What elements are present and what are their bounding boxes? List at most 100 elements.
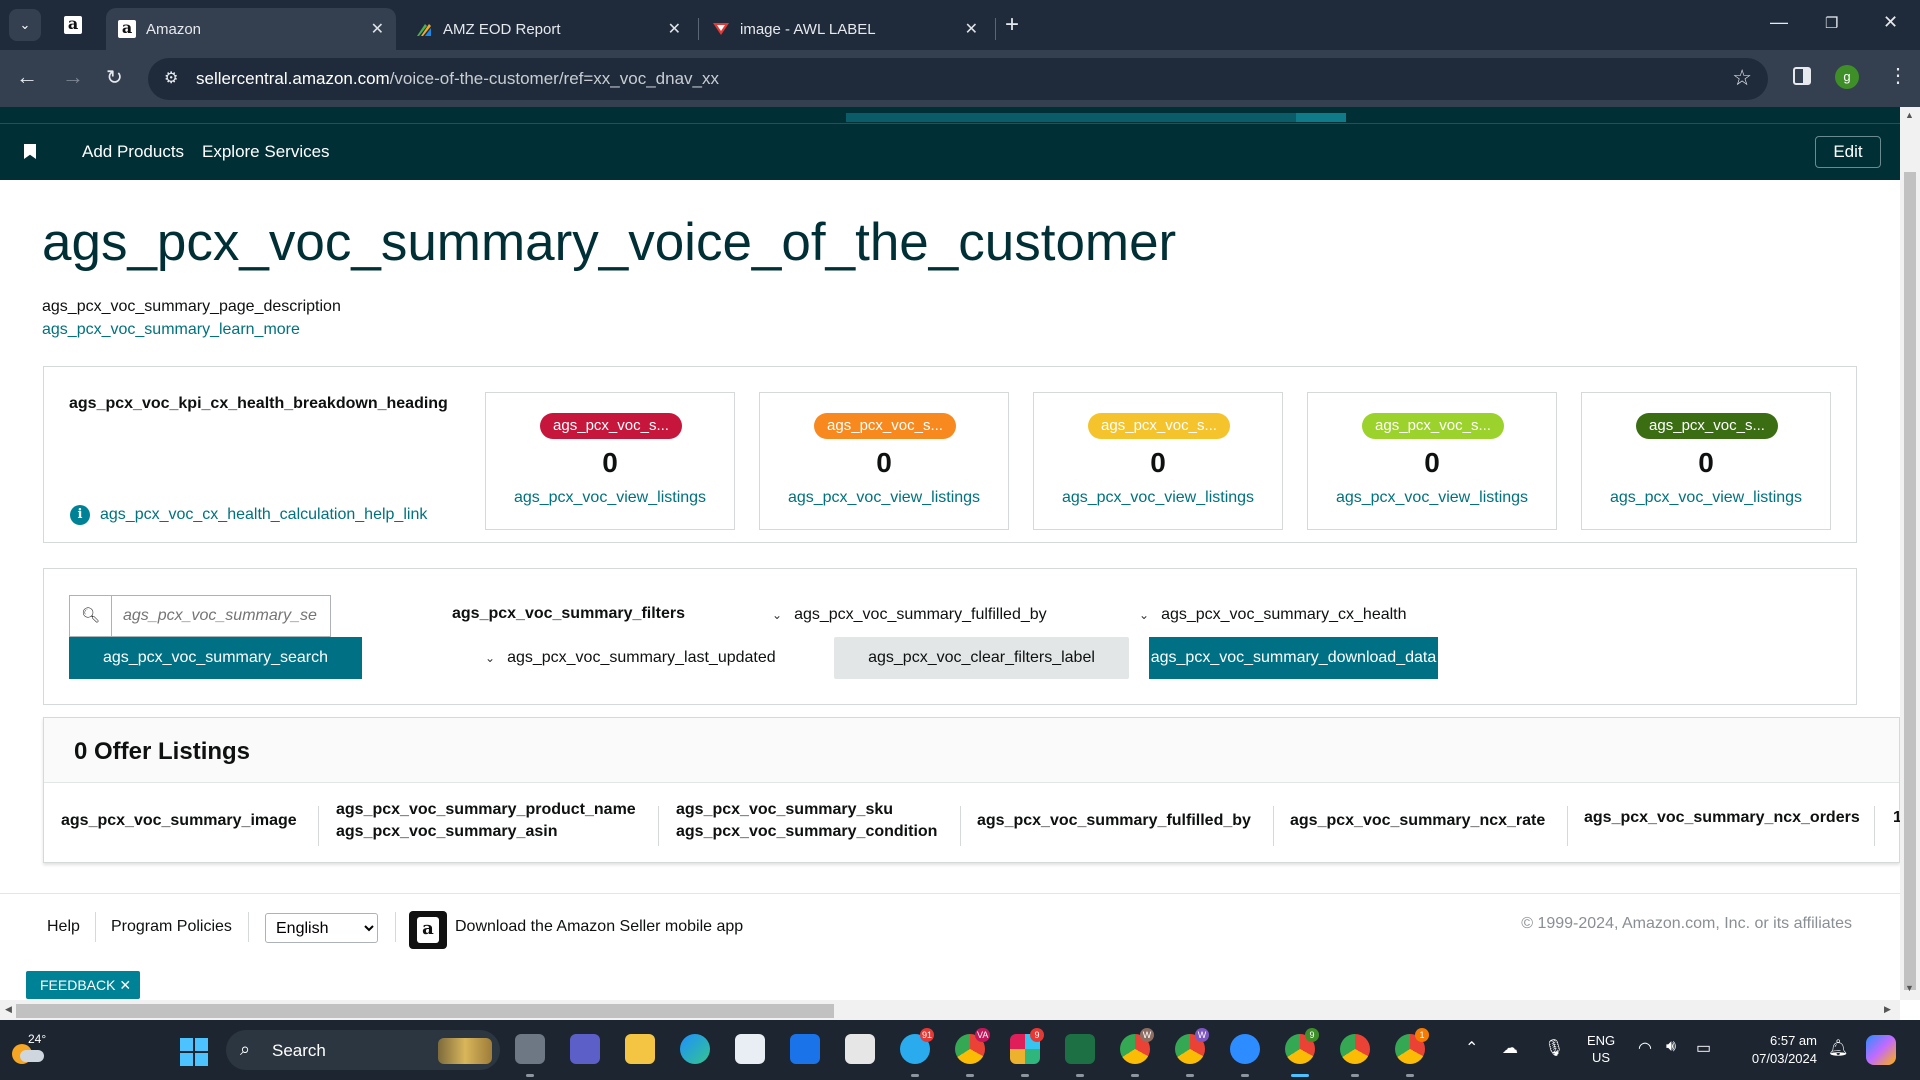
microphone-icon[interactable]: 🎙︎ xyxy=(1544,1038,1564,1058)
seller-app-link[interactable]: Download the Amazon Seller mobile app xyxy=(455,918,743,936)
listings-header: 0 Offer Listings xyxy=(44,718,1899,783)
close-tab-icon[interactable]: ✕ xyxy=(965,19,978,39)
search-icon: 🔍︎ xyxy=(70,596,112,636)
date-text: 07/03/2024 xyxy=(1751,1051,1817,1066)
back-arrow-icon[interactable]: ← xyxy=(16,64,38,90)
bookmark-star-icon[interactable]: ☆ xyxy=(1732,65,1752,91)
nav-add-products[interactable]: Add Products xyxy=(82,142,184,162)
vertical-scroll-thumb[interactable] xyxy=(1904,172,1916,990)
side-panel-icon[interactable] xyxy=(1793,67,1811,85)
column-header-product[interactable]: ags_pcx_voc_summary_product_name ags_pcx… xyxy=(336,799,636,843)
onedrive-icon[interactable]: ☁ xyxy=(1502,1038,1518,1058)
footer-help-link[interactable]: Help xyxy=(47,918,80,936)
restore-icon[interactable]: ❐ xyxy=(1825,14,1838,32)
tab-amz-eod-report[interactable]: AMZ EOD Report ✕ xyxy=(403,8,693,50)
zoom-icon[interactable] xyxy=(1230,1034,1260,1064)
column-header-fulfilled-by[interactable]: ags_pcx_voc_summary_fulfilled_by xyxy=(977,810,1251,832)
amazon-app-icon[interactable] xyxy=(845,1034,875,1064)
download-data-button[interactable]: ags_pcx_voc_summary_download_data xyxy=(1149,637,1438,679)
column-header-sku[interactable]: ags_pcx_voc_summary_sku ags_pcx_voc_summ… xyxy=(676,799,937,843)
edge-icon[interactable] xyxy=(680,1034,710,1064)
column-divider xyxy=(960,806,961,846)
close-window-icon[interactable]: ✕ xyxy=(1883,12,1898,33)
search-button[interactable]: ags_pcx_voc_summary_search xyxy=(69,637,362,679)
search-input[interactable] xyxy=(113,596,330,636)
header-search-button[interactable] xyxy=(1296,113,1346,122)
column-header-ncx-rate[interactable]: ags_pcx_voc_summary_ncx_rate xyxy=(1290,810,1545,832)
active-indicator xyxy=(1291,1074,1309,1077)
minimize-icon[interactable]: — xyxy=(1770,12,1788,33)
new-tab-icon[interactable]: + xyxy=(1005,11,1019,39)
dropdown-label: ags_pcx_voc_summary_last_updated xyxy=(507,649,776,666)
more-menu-icon[interactable]: ⋮ xyxy=(1888,63,1908,88)
running-indicator xyxy=(526,1074,534,1077)
nav-explore-services[interactable]: Explore Services xyxy=(202,142,330,162)
column-header-image[interactable]: ags_pcx_voc_summary_image xyxy=(61,810,297,832)
site-settings-icon[interactable]: ⚙ xyxy=(164,68,178,88)
close-tab-icon[interactable]: ✕ xyxy=(371,19,384,39)
tab-title: image - AWL LABEL xyxy=(740,20,876,38)
clear-filters-button[interactable]: ags_pcx_voc_clear_filters_label xyxy=(834,637,1129,679)
address-bar[interactable]: ⚙ sellercentral.amazon.com/voice-of-the-… xyxy=(148,58,1768,100)
cx-health-help-link[interactable]: i ags_pcx_voc_cx_health_calculation_help… xyxy=(70,505,427,525)
dropbox-icon[interactable] xyxy=(790,1034,820,1064)
view-listings-link[interactable]: ags_pcx_voc_view_listings xyxy=(1308,489,1556,507)
tab-amazon[interactable]: a Amazon ✕ xyxy=(106,8,396,50)
input-language-indicator[interactable]: ENG US xyxy=(1587,1032,1615,1066)
wifi-icon[interactable]: ◠ xyxy=(1638,1038,1652,1058)
microsoft-store-icon[interactable] xyxy=(735,1034,765,1064)
horizontal-scroll-thumb[interactable] xyxy=(16,1004,834,1018)
kpi-card: ags_pcx_voc_s... 0 ags_pcx_voc_view_list… xyxy=(1581,392,1831,530)
header-search-bar[interactable] xyxy=(846,113,1314,122)
edit-nav-button[interactable]: Edit xyxy=(1815,136,1881,168)
volume-icon[interactable]: 🔊︎ xyxy=(1666,1038,1676,1056)
last-updated-dropdown[interactable]: ⌄ ags_pcx_voc_summary_last_updated xyxy=(485,649,776,667)
task-view-icon[interactable] xyxy=(515,1034,545,1064)
forward-arrow-icon[interactable]: → xyxy=(62,64,84,90)
dropdown-label: ags_pcx_voc_summary_cx_health xyxy=(1161,606,1407,623)
footer-program-policies-link[interactable]: Program Policies xyxy=(111,918,232,936)
chrome-icon[interactable] xyxy=(1340,1034,1370,1064)
copilot-icon[interactable] xyxy=(1866,1035,1896,1065)
help-link-label[interactable]: ags_pcx_voc_cx_health_calculation_help_l… xyxy=(100,506,427,524)
running-indicator xyxy=(966,1074,974,1077)
language-select[interactable]: English xyxy=(265,913,378,943)
teams-icon[interactable] xyxy=(570,1034,600,1064)
excel-icon[interactable] xyxy=(1065,1034,1095,1064)
column-header-ncx-orders[interactable]: ags_pcx_voc_summary_ncx_orders xyxy=(1584,807,1860,829)
kpi-value: 0 xyxy=(1698,447,1714,478)
file-explorer-icon[interactable] xyxy=(625,1034,655,1064)
column-divider xyxy=(658,806,659,846)
column-divider xyxy=(1273,806,1274,846)
view-listings-link[interactable]: ags_pcx_voc_view_listings xyxy=(760,489,1008,507)
show-hidden-icons-icon[interactable]: ⌃ xyxy=(1465,1038,1478,1058)
scroll-down-icon[interactable]: ▼ xyxy=(1905,983,1914,993)
notification-badge: 9 xyxy=(1030,1028,1044,1042)
view-listings-link[interactable]: ags_pcx_voc_view_listings xyxy=(1034,489,1282,507)
reload-icon[interactable]: ↻ xyxy=(106,65,123,90)
profile-badge: 9 xyxy=(1305,1028,1319,1042)
feedback-button[interactable]: FEEDBACK ✕ xyxy=(26,971,140,999)
view-listings-link[interactable]: ags_pcx_voc_view_listings xyxy=(486,489,734,507)
url-text[interactable]: sellercentral.amazon.com/voice-of-the-cu… xyxy=(196,69,719,89)
windows-start-icon[interactable] xyxy=(180,1038,208,1066)
fulfilled-by-dropdown[interactable]: ⌄ ags_pcx_voc_summary_fulfilled_by xyxy=(772,606,1047,624)
scroll-left-icon[interactable]: ◀ xyxy=(5,1004,12,1015)
clock[interactable]: 6:57 am 07/03/2024 xyxy=(1737,1032,1817,1068)
pinned-amazon-tab[interactable]: a xyxy=(60,12,86,38)
close-tab-icon[interactable]: ✕ xyxy=(668,19,681,39)
scroll-right-icon[interactable]: ▶ xyxy=(1884,1004,1891,1015)
taskbar-search[interactable]: ⌕ Search xyxy=(226,1030,500,1070)
kpi-value: 0 xyxy=(602,447,618,478)
amazon-seller-app-icon[interactable]: a xyxy=(409,911,447,949)
scroll-up-icon[interactable]: ▲ xyxy=(1905,110,1914,120)
tab-awl-label[interactable]: image - AWL LABEL ✕ xyxy=(700,8,990,50)
notification-bell-icon[interactable]: 🔔︎ xyxy=(1828,1038,1848,1058)
profile-avatar[interactable]: g xyxy=(1835,65,1859,89)
tab-search-dropdown-icon[interactable]: ⌄ xyxy=(9,9,41,41)
learn-more-link[interactable]: ags_pcx_voc_summary_learn_more xyxy=(42,321,300,339)
battery-icon[interactable]: ▭ xyxy=(1696,1038,1711,1058)
cx-health-dropdown[interactable]: ⌄ ags_pcx_voc_summary_cx_health xyxy=(1139,606,1407,624)
bookmark-icon[interactable] xyxy=(24,144,36,159)
view-listings-link[interactable]: ags_pcx_voc_view_listings xyxy=(1582,489,1830,507)
